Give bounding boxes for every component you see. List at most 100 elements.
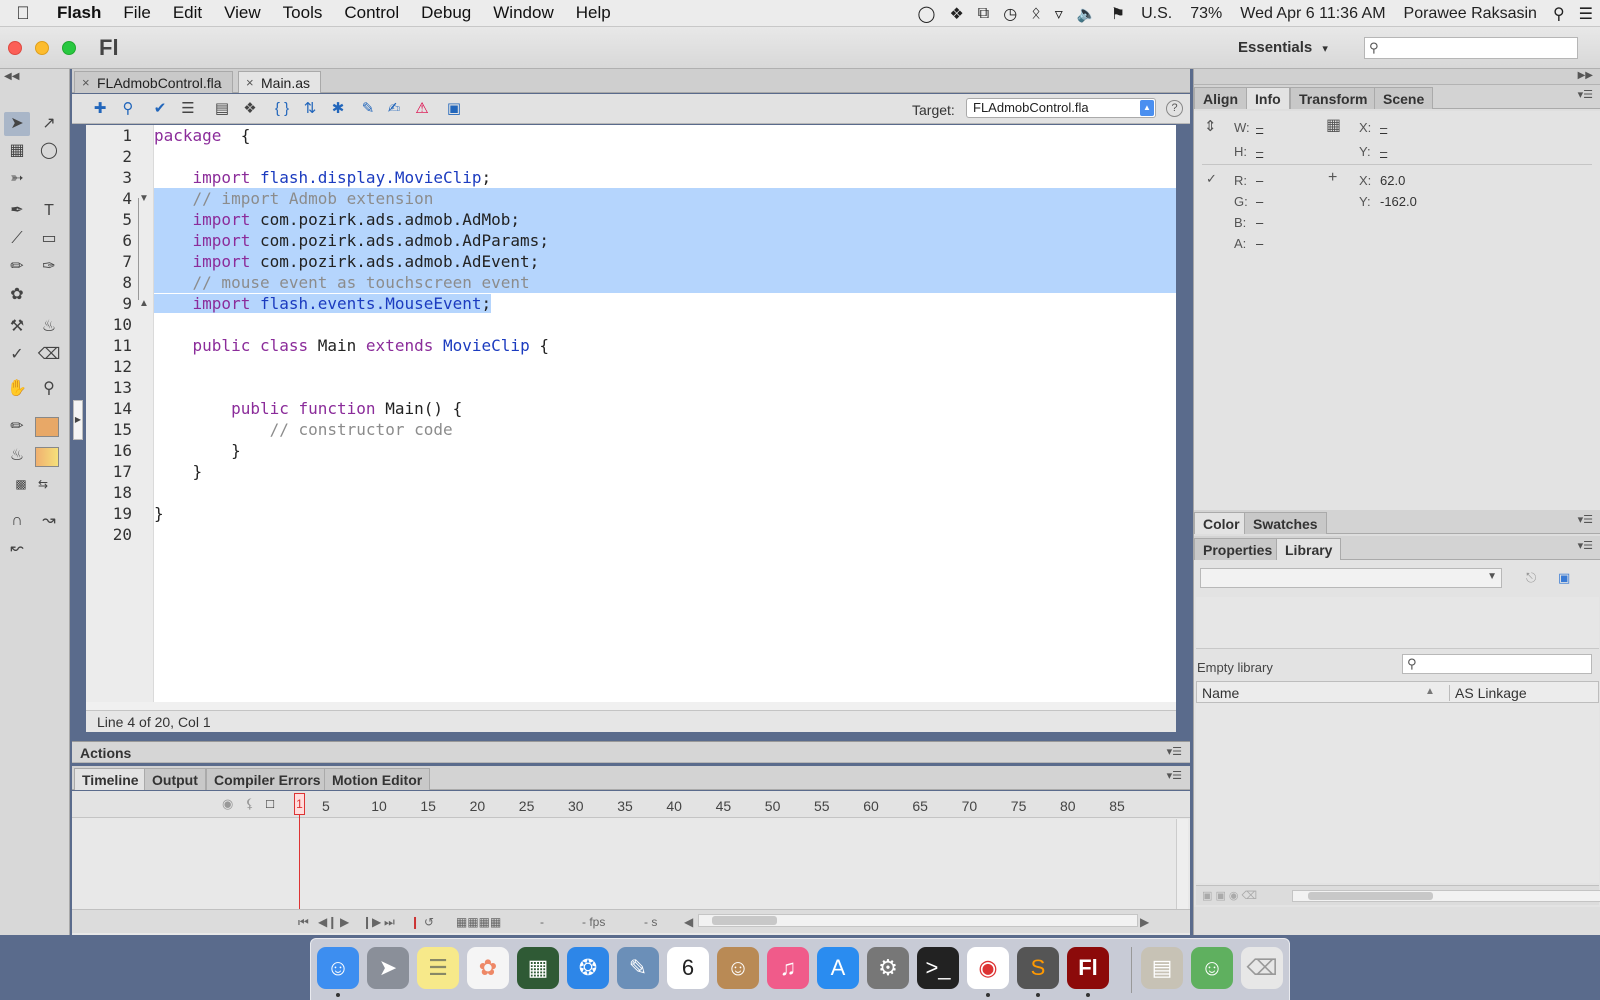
column-name[interactable]: Name [1202, 685, 1239, 701]
code-line[interactable] [154, 482, 1176, 503]
notification-center-icon[interactable]: ☰ [1572, 4, 1600, 24]
dropbox-icon[interactable]: ❖ [942, 4, 970, 24]
fold-start-icon[interactable]: ▼ [139, 188, 149, 209]
collapse-between-braces-icon[interactable]: { } [272, 99, 292, 119]
code-line[interactable]: // mouse event as touchscreen event [154, 272, 1176, 293]
menu-view[interactable]: View [213, 3, 272, 23]
h-value[interactable]: – [1256, 144, 1263, 159]
eye-icon[interactable]: ◉ [222, 796, 233, 811]
screen-share-icon[interactable]: ⧉ [971, 5, 996, 23]
code-line[interactable]: } [154, 461, 1176, 482]
code-line[interactable]: } [154, 503, 1176, 524]
menu-control[interactable]: Control [333, 3, 410, 23]
apply-block-comment-icon[interactable]: ✎ [358, 99, 378, 119]
menu-help[interactable]: Help [565, 3, 622, 23]
smooth-icon[interactable]: ↝ [36, 509, 62, 533]
code-line[interactable] [154, 146, 1176, 167]
code-line[interactable]: import flash.events.MouseEvent; [154, 293, 1176, 314]
code-line[interactable]: public class Main extends MovieClip { [154, 335, 1176, 356]
tab-output[interactable]: Output [144, 768, 206, 790]
code-line[interactable]: // constructor code [154, 419, 1176, 440]
auto-format-icon[interactable]: ☰ [178, 99, 198, 119]
tab-timeline[interactable]: Timeline [74, 768, 147, 790]
tab-main-as[interactable]: × Main.as [238, 71, 322, 94]
straighten-icon[interactable]: ↜ [4, 537, 30, 561]
fill-color-swatch[interactable] [35, 447, 59, 467]
code-line[interactable] [154, 314, 1176, 335]
eraser-tool-icon[interactable]: ⌫ [36, 343, 62, 367]
tab-motion-editor[interactable]: Motion Editor [324, 768, 431, 790]
loop-icon[interactable]: ↺ [424, 915, 434, 929]
scroll-right-icon[interactable]: ▶ [1140, 915, 1149, 929]
help-icon[interactable]: ? [1166, 100, 1183, 117]
tab-info[interactable]: Info [1246, 87, 1290, 109]
code-line[interactable]: package { [154, 125, 1176, 146]
close-tab-icon[interactable]: × [82, 72, 90, 94]
us-flag-icon[interactable]: ⚑ [1104, 4, 1132, 24]
code-line[interactable] [154, 377, 1176, 398]
collapse-panel-icon[interactable]: ◀◀ [4, 71, 19, 82]
paint-bucket-tool-icon[interactable]: ♨ [36, 315, 62, 339]
w-value[interactable]: – [1256, 120, 1263, 135]
lasso-tool-icon[interactable]: ➳ [4, 167, 30, 191]
help-search-input[interactable]: ⚲ [1364, 37, 1578, 59]
go-to-first-frame-icon[interactable]: ⏮ [298, 915, 309, 930]
notes-icon[interactable]: ☰ [417, 947, 459, 989]
spotlight-search-icon[interactable]: ⚲ [1546, 4, 1572, 24]
pencil-tool-icon[interactable]: ✏ [4, 255, 30, 279]
chrome-icon[interactable]: ◉ [967, 947, 1009, 989]
stroke-color-swatch[interactable] [35, 417, 59, 437]
library-footer-icons[interactable]: ▣ ▣ ◉ ⌫ [1202, 889, 1257, 902]
close-window-button[interactable] [8, 41, 22, 55]
downloads-stack-icon[interactable]: ☺ [1191, 947, 1233, 989]
code-line[interactable]: } [154, 440, 1176, 461]
library-horizontal-scrollbar[interactable] [1292, 890, 1600, 902]
launchpad-icon[interactable]: ➤ [367, 947, 409, 989]
tab-library[interactable]: Library [1276, 538, 1342, 560]
go-to-last-frame-icon[interactable]: ⏭ [384, 915, 395, 930]
tab-compiler-errors[interactable]: Compiler Errors [206, 768, 329, 790]
subselection-tool-icon[interactable]: ↗ [36, 112, 62, 136]
panel-menu-icon[interactable]: ▾☰ [1578, 539, 1593, 552]
menu-window[interactable]: Window [482, 3, 564, 23]
itunes-icon[interactable]: ♫ [767, 947, 809, 989]
trash-icon[interactable]: ⌫ [1241, 947, 1283, 989]
swap-colors-icon[interactable]: ⇆ [30, 472, 56, 496]
menu-tools[interactable]: Tools [272, 3, 334, 23]
add-script-item-icon[interactable]: ✚ [90, 99, 110, 119]
registration-grid-icon[interactable]: ▦ [1326, 115, 1341, 135]
panel-splitter-handle[interactable]: ▶ [73, 400, 83, 440]
brush-tool-icon[interactable]: ✑ [36, 255, 62, 279]
3d-rotation-tool-icon[interactable]: ◯ [36, 139, 62, 163]
x-value[interactable]: – [1380, 120, 1387, 135]
tab-align[interactable]: Align [1194, 87, 1247, 109]
tab-swatches[interactable]: Swatches [1244, 512, 1327, 534]
panel-collapse-bar[interactable]: ▶▶ [1194, 69, 1600, 85]
menu-edit[interactable]: Edit [162, 3, 213, 23]
step-back-icon[interactable]: ◀❙ [318, 915, 337, 929]
code-line[interactable]: public function Main() { [154, 398, 1176, 419]
center-frame-icon[interactable]: ❙ [410, 915, 420, 929]
line-tool-icon[interactable]: ⟋ [4, 227, 30, 251]
sort-ascending-icon[interactable]: ▲ [1425, 686, 1435, 697]
tab-color[interactable]: Color [1194, 512, 1249, 534]
rectangle-tool-icon[interactable]: ▭ [36, 227, 62, 251]
panel-menu-icon[interactable]: ▾☰ [1578, 88, 1593, 101]
code-editor[interactable]: 1 2 3 4 5 6 7 8 9 10 11 12 13 14 15 16 17 18 19 20 ▼ ▲ pack… [86, 125, 1176, 702]
tab-flamobcontrol-fla[interactable]: × FLAdmobControl.fla [74, 71, 233, 93]
minimize-window-button[interactable] [35, 41, 49, 55]
free-transform-tool-icon[interactable]: ▦ [4, 139, 30, 163]
tab-transform[interactable]: Transform [1290, 87, 1377, 109]
flash-icon[interactable]: Fl [1067, 947, 1109, 989]
app-store-icon[interactable]: A [817, 947, 859, 989]
code-line[interactable]: // import Admob extension [154, 188, 1176, 209]
tab-scene[interactable]: Scene [1374, 87, 1434, 109]
scrollbar-thumb[interactable] [712, 916, 777, 925]
documents-stack-icon[interactable]: ▤ [1141, 947, 1183, 989]
tab-properties[interactable]: Properties [1194, 538, 1282, 560]
find-icon[interactable]: ⚲ [118, 99, 138, 119]
battery-percent[interactable]: 73% [1181, 5, 1231, 23]
apple-menu-icon[interactable]:  [0, 3, 46, 24]
close-tab-icon[interactable]: × [246, 72, 254, 94]
zoom-window-button[interactable] [62, 41, 76, 55]
